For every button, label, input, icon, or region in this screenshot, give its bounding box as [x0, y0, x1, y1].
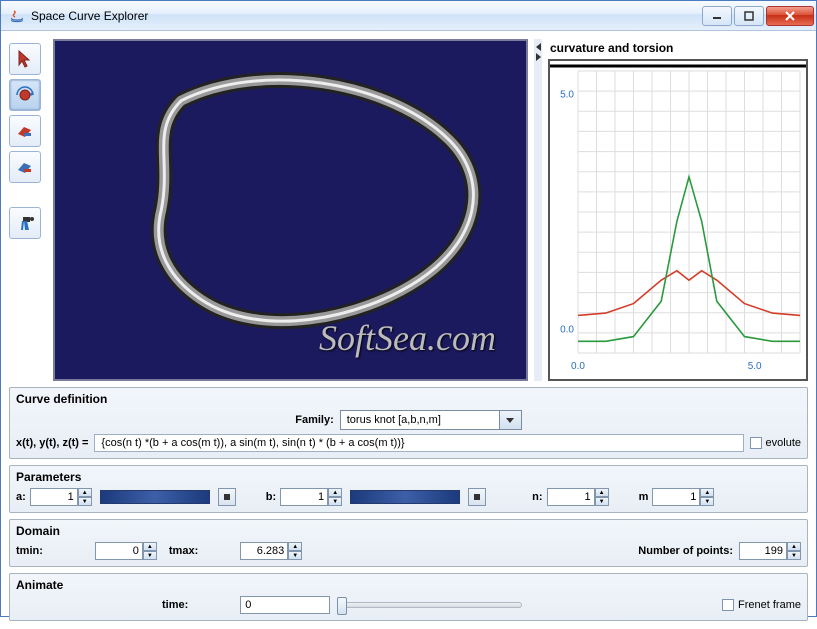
chart-panel: curvature and torsion 0.0 5.0 0.0 5.0 [548, 39, 808, 381]
param-b-input[interactable] [280, 488, 328, 506]
section-label: Animate [16, 578, 801, 592]
svg-text:0.0: 0.0 [571, 361, 585, 372]
spin-down[interactable]: ▼ [288, 551, 302, 560]
tmax-spinner[interactable]: ▲▼ [240, 542, 302, 560]
svg-text:0.0: 0.0 [560, 325, 574, 336]
param-b-center-button[interactable] [468, 488, 486, 506]
param-b-spinner[interactable]: ▲▼ [280, 488, 342, 506]
spin-up[interactable]: ▲ [328, 488, 342, 497]
param-m-spinner[interactable]: ▲▼ [652, 488, 714, 506]
chevron-left-icon [536, 43, 541, 51]
evolute-label: evolute [766, 437, 801, 449]
toolbar [9, 39, 47, 381]
svg-text:5.0: 5.0 [748, 361, 762, 372]
titlebar: Space Curve Explorer [1, 1, 816, 31]
param-a-center-button[interactable] [218, 488, 236, 506]
section-label: Parameters [16, 470, 801, 484]
animate-section: Animate time: Frenet frame [9, 573, 808, 621]
time-input[interactable] [240, 596, 330, 614]
family-value: torus knot [a,b,n,m] [340, 410, 500, 430]
spin-up[interactable]: ▲ [78, 488, 92, 497]
npoints-spinner[interactable]: ▲▼ [739, 542, 801, 560]
spin-down[interactable]: ▼ [787, 551, 801, 560]
clear-red-tool-button[interactable] [9, 115, 41, 147]
splitter[interactable] [534, 39, 542, 381]
clear-blue-tool-button[interactable] [9, 151, 41, 183]
param-n-input[interactable] [547, 488, 595, 506]
formula-input[interactable]: {cos(n t) *(b + a cos(m t)), a sin(m t),… [94, 434, 743, 452]
param-a-spinner[interactable]: ▲▼ [30, 488, 92, 506]
spin-up[interactable]: ▲ [700, 488, 714, 497]
chart-plot[interactable]: 0.0 5.0 0.0 5.0 [548, 59, 808, 381]
formula-label: x(t), y(t), z(t) = [16, 437, 88, 449]
curve-definition-section: Curve definition Family: torus knot [a,b… [9, 387, 808, 459]
camera-tool-button[interactable] [9, 207, 41, 239]
section-label: Curve definition [16, 392, 801, 406]
tmin-spinner[interactable]: ▲▼ [95, 542, 157, 560]
param-m-input[interactable] [652, 488, 700, 506]
spin-down[interactable]: ▼ [143, 551, 157, 560]
section-label: Domain [16, 524, 801, 538]
close-button[interactable] [766, 6, 814, 26]
combo-dropdown-button[interactable] [500, 410, 522, 430]
spin-up[interactable]: ▲ [787, 542, 801, 551]
family-combo[interactable]: torus knot [a,b,n,m] [340, 410, 522, 430]
param-n-spinner[interactable]: ▲▼ [547, 488, 609, 506]
spin-down[interactable]: ▼ [595, 497, 609, 506]
param-a-input[interactable] [30, 488, 78, 506]
npoints-input[interactable] [739, 542, 787, 560]
square-icon [224, 494, 230, 500]
spin-down[interactable]: ▼ [328, 497, 342, 506]
frenet-checkbox[interactable]: Frenet frame [722, 599, 801, 611]
tmin-input[interactable] [95, 542, 143, 560]
time-slider[interactable] [342, 602, 522, 608]
chart-title: curvature and torsion [548, 39, 808, 59]
spin-down[interactable]: ▼ [700, 497, 714, 506]
npoints-label: Number of points: [638, 545, 733, 557]
chevron-right-icon [536, 53, 541, 61]
param-a-label: a: [16, 491, 26, 503]
java-icon [9, 8, 25, 24]
formula-value: {cos(n t) *(b + a cos(m t)), a sin(m t),… [101, 437, 404, 449]
square-icon [474, 494, 480, 500]
spin-up[interactable]: ▲ [595, 488, 609, 497]
parameters-section: Parameters a: ▲▼ b: ▲▼ [9, 465, 808, 513]
chevron-down-icon [506, 418, 514, 423]
param-b-slider[interactable] [350, 490, 460, 504]
window-title: Space Curve Explorer [31, 9, 702, 23]
spin-up[interactable]: ▲ [288, 542, 302, 551]
checkbox-icon [750, 437, 762, 449]
minimize-button[interactable] [702, 6, 732, 26]
tmax-input[interactable] [240, 542, 288, 560]
family-label: Family: [295, 414, 334, 426]
evolute-checkbox[interactable]: evolute [750, 437, 801, 449]
rotate-tool-button[interactable] [9, 79, 41, 111]
frenet-label: Frenet frame [738, 599, 801, 611]
select-tool-button[interactable] [9, 43, 41, 75]
tmin-label: tmin: [16, 545, 43, 557]
param-a-slider[interactable] [100, 490, 210, 504]
slider-thumb[interactable] [337, 597, 347, 615]
spin-up[interactable]: ▲ [143, 542, 157, 551]
param-n-label: n: [532, 491, 542, 503]
domain-section: Domain tmin: ▲▼ tmax: ▲▼ Number of point… [9, 519, 808, 567]
3d-viewport[interactable]: SoftSea.com [53, 39, 528, 381]
svg-text:5.0: 5.0 [560, 90, 574, 101]
spin-down[interactable]: ▼ [78, 497, 92, 506]
param-b-label: b: [266, 491, 276, 503]
param-m-label: m [639, 491, 649, 503]
window-buttons [702, 6, 814, 26]
maximize-button[interactable] [734, 6, 764, 26]
tmax-label: tmax: [169, 545, 198, 557]
time-label: time: [162, 599, 188, 611]
checkbox-icon [722, 599, 734, 611]
